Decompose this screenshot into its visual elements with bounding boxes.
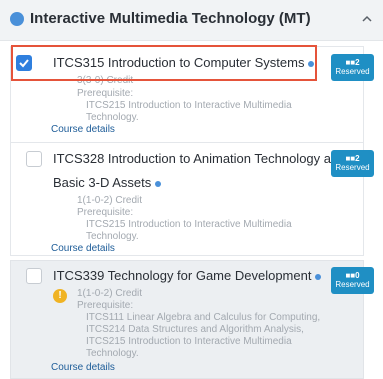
course-details-link[interactable]: Course details (51, 124, 115, 135)
prerequisite-item: ITCS214 Data Structures and Algorithm An… (86, 324, 304, 335)
prerequisite-item: ITCS215 Introduction to Interactive Mult… (86, 336, 292, 347)
prerequisite-label: Prerequisite: (77, 300, 134, 311)
warning-icon: ! (53, 289, 67, 303)
prerequisite-item: Technology. (86, 112, 139, 123)
course-credit: 1(1-0-2) Credit (77, 195, 143, 206)
prerequisite-item: ITCS111 Linear Algebra and Calculus for … (86, 312, 321, 323)
section-title: Interactive Multimedia Technology (MT) (30, 10, 311, 27)
course-title-line2: Basic 3-D Assets (53, 175, 162, 190)
course-credit: 1(1-0-2) Credit (77, 288, 143, 299)
prerequisite-item: ITCS215 Introduction to Interactive Mult… (86, 100, 292, 111)
prerequisite-label: Prerequisite: (77, 207, 134, 218)
course-details-link[interactable]: Course details (51, 362, 115, 373)
reserved-label: Reserved (335, 67, 370, 76)
course-checkbox[interactable] (26, 268, 42, 284)
reserved-label: Reserved (335, 163, 370, 172)
users-icon: ■■ (345, 58, 356, 67)
reserved-count: 2 (355, 154, 360, 163)
info-dot-icon[interactable] (155, 180, 162, 187)
prerequisite-item: Technology. (86, 231, 139, 242)
users-icon: ■■ (345, 154, 356, 163)
users-icon: ■■ (345, 271, 356, 280)
reserved-count: 0 (355, 271, 360, 280)
course-details-link[interactable]: Course details (51, 243, 115, 254)
reserved-badge: ■■0 Reserved (331, 267, 374, 294)
reserved-label: Reserved (335, 280, 370, 289)
course-title: ITCS339 Technology for Game Development (53, 268, 322, 283)
prerequisite-item: ITCS215 Introduction to Interactive Mult… (86, 219, 292, 230)
reserved-badge: ■■2 Reserved (331, 150, 374, 177)
chevron-up-icon[interactable] (360, 12, 374, 26)
prerequisite-item: Technology. (86, 348, 139, 359)
section-header[interactable]: Interactive Multimedia Technology (MT) (0, 0, 383, 41)
selection-highlight (11, 45, 317, 81)
reserved-badge: ■■2 Reserved (331, 54, 374, 81)
reserved-count: 2 (355, 58, 360, 67)
course-title-line1: ITCS328 Introduction to Animation Techno… (53, 151, 346, 166)
info-dot-icon[interactable] (315, 273, 322, 280)
prerequisite-label: Prerequisite: (77, 88, 134, 99)
course-checkbox[interactable] (26, 151, 42, 167)
section-color-dot (10, 12, 24, 26)
